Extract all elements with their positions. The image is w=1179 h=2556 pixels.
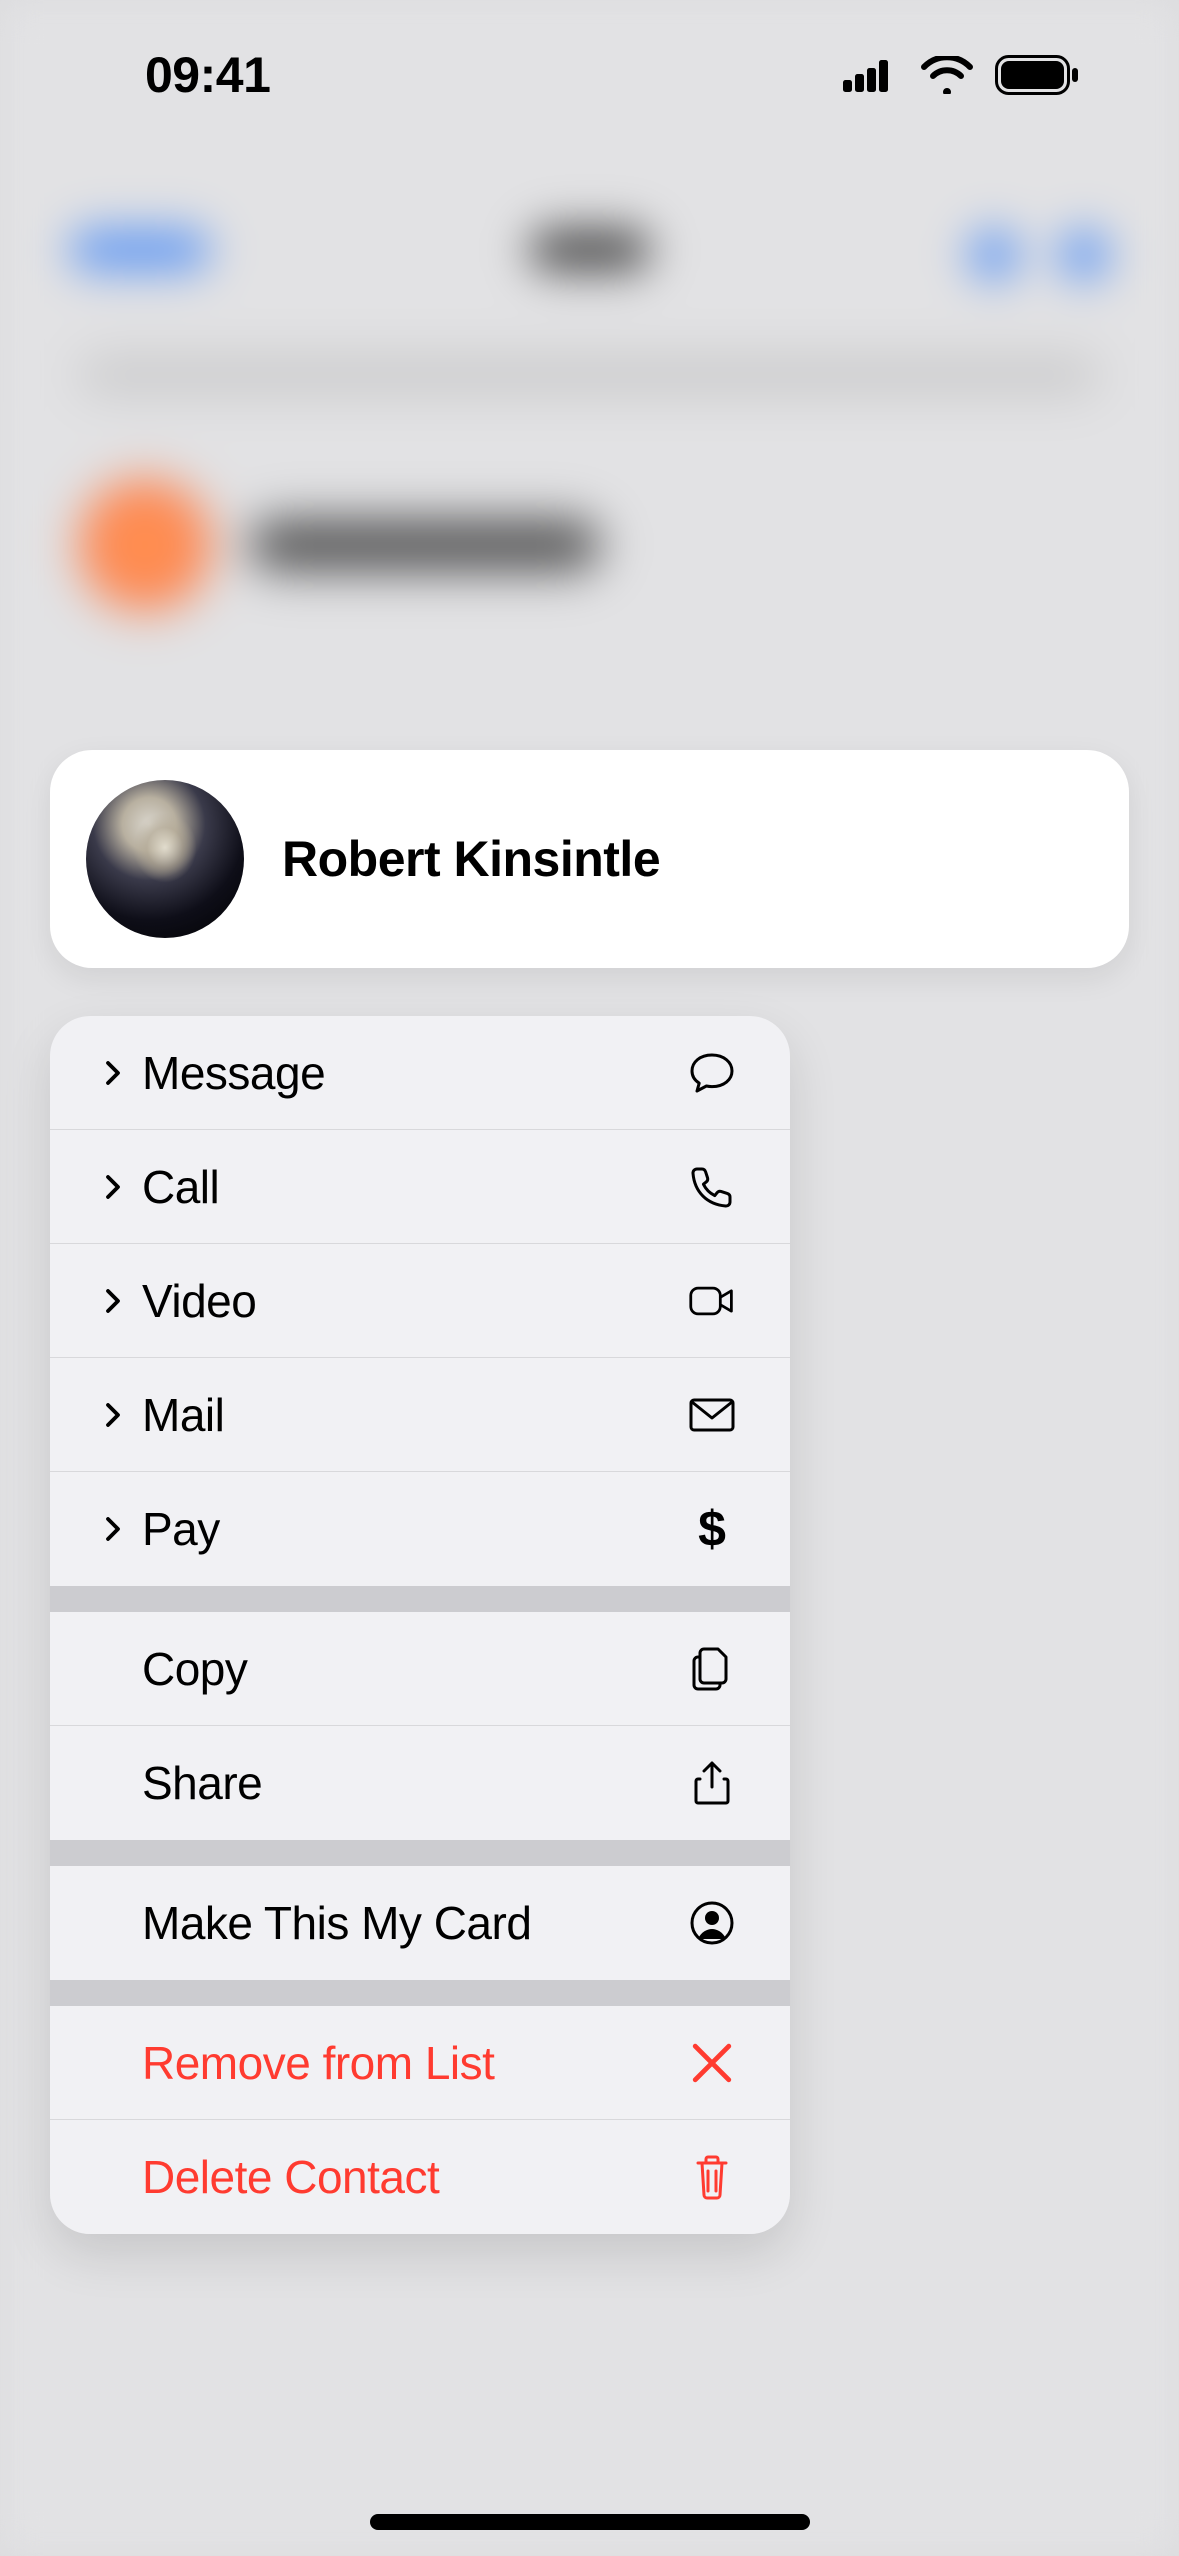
context-menu: Message Call Video <box>50 1016 790 2234</box>
menu-item-copy[interactable]: Copy <box>50 1612 790 1726</box>
menu-item-message[interactable]: Message <box>50 1016 790 1130</box>
menu-label: Video <box>136 1274 682 1328</box>
trash-icon <box>682 2147 742 2207</box>
status-icons <box>843 55 1079 95</box>
chevron-right-icon <box>90 1058 136 1088</box>
menu-item-call[interactable]: Call <box>50 1130 790 1244</box>
menu-label: Message <box>136 1046 682 1100</box>
menu-label: Pay <box>136 1502 682 1556</box>
share-icon <box>682 1753 742 1813</box>
chevron-right-icon <box>90 1172 136 1202</box>
menu-item-remove-from-list[interactable]: Remove from List <box>50 2006 790 2120</box>
menu-label: Copy <box>136 1642 682 1696</box>
menu-item-pay[interactable]: Pay $ <box>50 1472 790 1586</box>
menu-item-make-my-card[interactable]: Make This My Card <box>50 1866 790 1980</box>
contact-name: Robert Kinsintle <box>282 830 660 888</box>
menu-label: Call <box>136 1160 682 1214</box>
menu-item-video[interactable]: Video <box>50 1244 790 1358</box>
menu-item-share[interactable]: Share <box>50 1726 790 1840</box>
battery-icon <box>995 55 1079 95</box>
cellular-signal-icon <box>843 58 899 92</box>
home-indicator <box>370 2514 810 2530</box>
person-circle-icon <box>682 1893 742 1953</box>
chevron-right-icon <box>90 1400 136 1430</box>
video-camera-icon <box>682 1271 742 1331</box>
wifi-icon <box>921 56 973 94</box>
menu-label: Mail <box>136 1388 682 1442</box>
copy-documents-icon <box>682 1639 742 1699</box>
x-close-icon <box>682 2033 742 2093</box>
chevron-right-icon <box>90 1286 136 1316</box>
avatar <box>86 780 244 938</box>
status-bar: 09:41 <box>0 0 1179 150</box>
menu-label: Delete Contact <box>136 2150 682 2204</box>
status-time: 09:41 <box>145 46 270 104</box>
menu-label: Make This My Card <box>136 1896 682 1950</box>
chevron-right-icon <box>90 1514 136 1544</box>
menu-label: Share <box>136 1756 682 1810</box>
menu-item-mail[interactable]: Mail <box>50 1358 790 1472</box>
contact-preview-card[interactable]: Robert Kinsintle <box>50 750 1129 968</box>
menu-item-delete-contact[interactable]: Delete Contact <box>50 2120 790 2234</box>
message-bubble-icon <box>682 1043 742 1103</box>
mail-envelope-icon <box>682 1385 742 1445</box>
phone-icon <box>682 1157 742 1217</box>
dollar-sign-icon: $ <box>682 1499 742 1559</box>
menu-label: Remove from List <box>136 2036 682 2090</box>
